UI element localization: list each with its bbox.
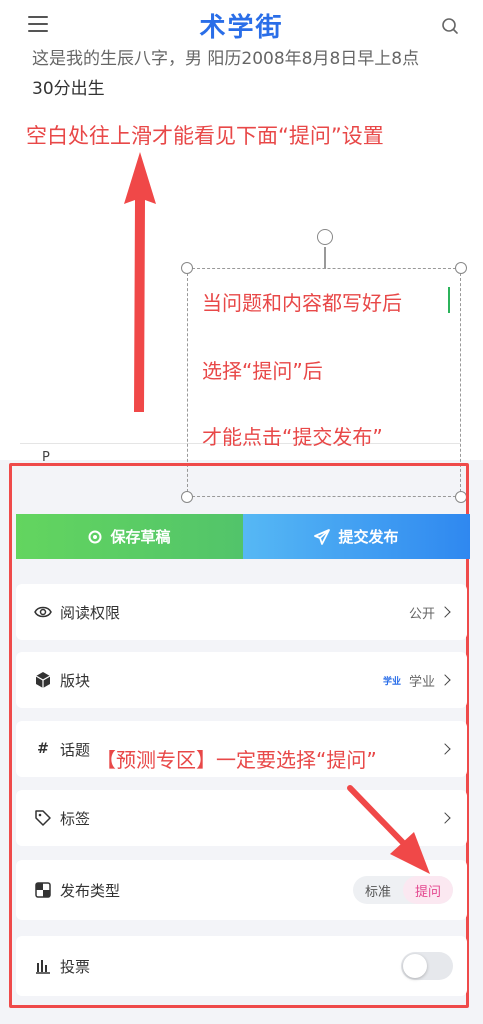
annotation-line: 选择“提问”后 bbox=[202, 359, 323, 383]
top-bar: 术学街 bbox=[0, 0, 483, 50]
submit-publish-button[interactable]: 提交发布 bbox=[243, 514, 470, 559]
text-caret bbox=[448, 287, 450, 313]
save-draft-label: 保存草稿 bbox=[110, 528, 171, 546]
annotation-scroll-hint: 空白处往上滑才能看见下面“提问”设置 bbox=[26, 124, 384, 148]
action-buttons: 保存草稿 提交发布 bbox=[16, 514, 470, 559]
section-tag: 学业 bbox=[382, 676, 401, 687]
post-type-standard-option[interactable]: 标准 bbox=[353, 876, 403, 904]
vote-toggle[interactable] bbox=[401, 952, 453, 980]
content-text-line: 30分出生 bbox=[32, 79, 105, 99]
send-icon bbox=[314, 528, 331, 545]
app-title: 术学街 bbox=[199, 12, 284, 43]
topic-label: 话题 bbox=[60, 740, 91, 759]
arrow-down-right-icon bbox=[347, 785, 430, 874]
toggle-knob bbox=[403, 954, 427, 978]
annotation-select-question: 【预测专区】一定要选择“提问” bbox=[96, 748, 377, 772]
read-permission-row[interactable]: 阅读权限 公开 bbox=[16, 584, 467, 640]
cube-icon bbox=[35, 672, 51, 688]
annotation-line: 当问题和内容都写好后 bbox=[202, 291, 402, 315]
save-icon bbox=[88, 530, 102, 543]
section-label: 版块 bbox=[60, 671, 91, 690]
bar-chart-icon bbox=[36, 960, 50, 974]
submit-publish-label: 提交发布 bbox=[338, 528, 399, 546]
vote-row: 投票 bbox=[16, 936, 467, 996]
eye-icon bbox=[34, 606, 52, 618]
post-type-label: 发布类型 bbox=[60, 881, 121, 900]
rotate-handle[interactable] bbox=[317, 229, 333, 245]
menu-icon[interactable] bbox=[28, 16, 48, 32]
annotation-line: 才能点击“提交发布” bbox=[202, 425, 383, 449]
post-type-selector: 标准 提问 bbox=[352, 876, 453, 904]
resize-handle[interactable] bbox=[181, 262, 193, 274]
arrow-up-icon bbox=[124, 152, 156, 412]
chevron-right-icon bbox=[439, 743, 451, 755]
section-row[interactable]: 版块 学业 学业 bbox=[16, 652, 467, 708]
read-permission-label: 阅读权限 bbox=[60, 603, 121, 622]
rotate-stem bbox=[324, 247, 326, 269]
save-draft-button[interactable]: 保存草稿 bbox=[16, 514, 243, 559]
chevron-right-icon bbox=[439, 674, 451, 686]
hash-icon: # bbox=[37, 741, 49, 757]
post-type-icon bbox=[35, 882, 51, 898]
vote-label: 投票 bbox=[60, 957, 91, 976]
resize-handle[interactable] bbox=[455, 262, 467, 274]
chevron-right-icon bbox=[439, 606, 451, 618]
content-text-line: 这是我的生辰八字，男 阳历2008年8月8日早上8点 bbox=[32, 49, 420, 69]
search-icon[interactable] bbox=[441, 17, 459, 35]
read-permission-value: 公开 bbox=[408, 606, 435, 622]
chevron-right-icon bbox=[439, 812, 451, 824]
post-type-question-option[interactable]: 提问 bbox=[402, 876, 453, 904]
tags-label: 标签 bbox=[60, 809, 91, 828]
section-value: 学业 bbox=[408, 674, 435, 690]
tag-icon bbox=[35, 810, 51, 826]
